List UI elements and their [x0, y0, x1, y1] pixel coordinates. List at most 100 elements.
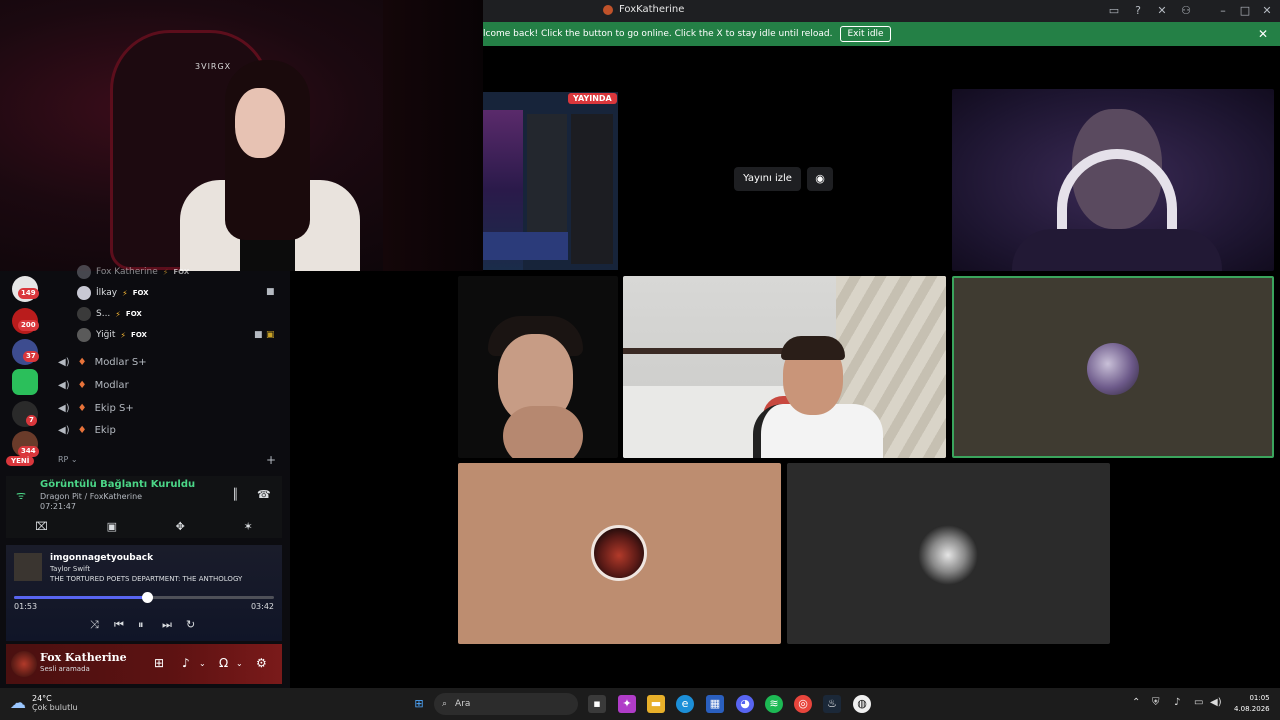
watch-preview-icon[interactable]: ◉ [807, 167, 833, 191]
voice-channel-path[interactable]: Dragon Pit / FoxKatherine [40, 492, 142, 501]
chevron-down-icon[interactable]: ⌄ [199, 659, 206, 668]
new-badge[interactable]: YENİ [6, 456, 35, 466]
weather-condition: Çok bulutlu [32, 702, 78, 712]
avatar-tile[interactable] [787, 463, 1110, 644]
previous-icon[interactable]: ⏮ [114, 618, 124, 632]
watch-stream-button[interactable]: Yayını izle [734, 167, 801, 191]
camera-icon: ■ [254, 330, 263, 340]
maximize-icon[interactable]: □ [1237, 3, 1253, 19]
game-controller-icon[interactable]: ⊞ [154, 656, 164, 670]
voice-user[interactable]: İlkay ⚡ FOX [77, 285, 149, 301]
chevron-down-icon[interactable]: ⌄ [236, 659, 243, 668]
title-bar: FoxKatherine ▭ ? ✕ ⚇ – □ ✕ [483, 0, 1280, 22]
voice-user[interactable]: Fox Katherine ⚡ FOX [77, 264, 189, 280]
store-icon[interactable]: ▦ [706, 695, 724, 713]
add-channel-icon[interactable]: + [266, 453, 276, 467]
speaker-icon: ◀) [58, 402, 70, 414]
streamer-camera-overlay: 3VIRGX [0, 0, 483, 271]
microphone-tray-icon[interactable]: ♪ [1174, 697, 1180, 708]
voice-user-name: Yiğit [96, 330, 116, 340]
discord-icon[interactable]: ◕ [736, 695, 754, 713]
taskbar-search[interactable]: ⌕ Ara [434, 693, 578, 715]
video-tile-participant[interactable] [623, 276, 946, 458]
repeat-icon[interactable]: ↻ [186, 618, 195, 631]
headphones-icon[interactable]: Ω [219, 656, 228, 670]
members-icon[interactable]: ⚇ [1179, 4, 1193, 18]
song-album[interactable]: THE TORTURED POETS DEPARTMENT: THE ANTHO… [50, 575, 242, 583]
start-icon[interactable]: ⊞ [410, 695, 428, 713]
user-panel: Fox Katherine Sesli aramada ⊞ ♪ ⌄ Ω ⌄ ⚙ [6, 644, 282, 684]
user-name[interactable]: Fox Katherine [40, 651, 127, 664]
camera-off-icon[interactable]: ⌧ [35, 520, 48, 533]
steam-icon[interactable]: ♨ [823, 695, 841, 713]
settings-gear-icon[interactable]: ⚙ [256, 656, 267, 670]
server-icon-selected[interactable] [12, 369, 38, 395]
tools-icon[interactable]: ✕ [1155, 4, 1169, 18]
volume-icon[interactable]: ◀) [1210, 697, 1222, 708]
unread-badge: 7 [26, 415, 37, 426]
close-window-icon[interactable]: ✕ [1259, 3, 1275, 19]
spotify-icon[interactable]: ≋ [765, 695, 783, 713]
task-view-icon[interactable]: ▪ [588, 695, 606, 713]
avatar [77, 328, 91, 342]
channel-name: Modlar [94, 379, 129, 391]
screenshare-icon[interactable]: ▣ [107, 520, 117, 533]
voice-user[interactable]: S... ⚡ FOX [77, 306, 142, 322]
video-tile-participant[interactable] [952, 89, 1274, 271]
fox-icon: ♦ [77, 356, 87, 368]
streamer-face [235, 88, 285, 158]
file-explorer-icon[interactable]: ▬ [647, 695, 665, 713]
avatar[interactable] [11, 651, 37, 677]
playback-progress-fill [14, 596, 147, 599]
voice-channel-ekip-s-plus[interactable]: ◀) ♦ Ekip S+ [58, 399, 134, 417]
avatar-tile[interactable] [458, 463, 781, 644]
noise-suppression-icon[interactable]: ║ [232, 488, 239, 501]
playback-progress-bar[interactable] [14, 592, 274, 603]
channel-name: Ekip [94, 424, 116, 436]
soundboard-icon[interactable]: ✶ [243, 520, 252, 533]
voice-user-name: S... [96, 309, 111, 319]
current-time: 01:53 [14, 602, 38, 611]
channel-icon [603, 4, 613, 15]
video-tile-participant[interactable] [458, 276, 618, 458]
server-list: 149 200 37 7 344 [8, 271, 40, 476]
inbox-icon[interactable]: ▭ [1107, 4, 1121, 18]
screenshare-preview[interactable] [483, 92, 618, 270]
system-clock[interactable]: 01:05 4.08.2026 [1234, 693, 1270, 715]
speaker-icon: ◀) [58, 356, 70, 368]
playback-progress-handle[interactable] [141, 592, 153, 603]
background-wall [383, 0, 483, 271]
weather-widget[interactable]: ☁ 24°C Çok bulutlu [10, 693, 78, 712]
exit-idle-button[interactable]: Exit idle [840, 26, 891, 42]
close-notice-icon[interactable]: ✕ [1258, 27, 1268, 41]
shuffle-icon[interactable]: ⤨ [90, 618, 99, 632]
category-rp[interactable]: RP ⌄ [58, 455, 78, 464]
cloud-icon: ☁ [10, 693, 26, 712]
avatar-tile-speaking[interactable] [952, 276, 1274, 458]
copilot-icon[interactable]: ✦ [618, 695, 636, 713]
help-icon[interactable]: ? [1131, 4, 1145, 18]
signal-icon[interactable]: ᯤ [16, 488, 26, 503]
obs-icon[interactable]: ◍ [853, 695, 871, 713]
song-artist[interactable]: Taylor Swift [50, 565, 90, 573]
microphone-icon[interactable]: ♪ [182, 656, 190, 670]
chevron-up-icon[interactable]: ⌃ [1132, 697, 1140, 708]
song-title[interactable]: imgonnagetyouback [50, 553, 153, 563]
voice-elapsed-time: 07:21:47 [40, 502, 76, 511]
voice-channel-ekip[interactable]: ◀) ♦ Ekip [58, 421, 116, 439]
voice-status[interactable]: Görüntülü Bağlantı Kuruldu [40, 479, 195, 490]
activities-icon[interactable]: ✥ [176, 520, 185, 533]
minimize-icon[interactable]: – [1215, 3, 1231, 19]
next-icon[interactable]: ⏭ [162, 618, 172, 632]
voice-user[interactable]: Yiğit ⚡ FOX [77, 327, 147, 343]
pause-icon[interactable]: ⏸ [138, 618, 144, 632]
streamer [170, 60, 360, 271]
edge-icon[interactable]: e [676, 695, 694, 713]
display-icon[interactable]: ▭ [1194, 697, 1203, 708]
chrome-icon[interactable]: ◎ [794, 695, 812, 713]
security-icon[interactable]: ⛨ [1152, 697, 1160, 708]
voice-channel-modlar-s-plus[interactable]: ◀) ♦ Modlar S+ [58, 353, 147, 371]
user-status: Sesli aramada [40, 665, 90, 673]
disconnect-icon[interactable]: ☎ [257, 488, 271, 501]
voice-channel-modlar[interactable]: ◀) ♦ Modlar [58, 376, 129, 394]
